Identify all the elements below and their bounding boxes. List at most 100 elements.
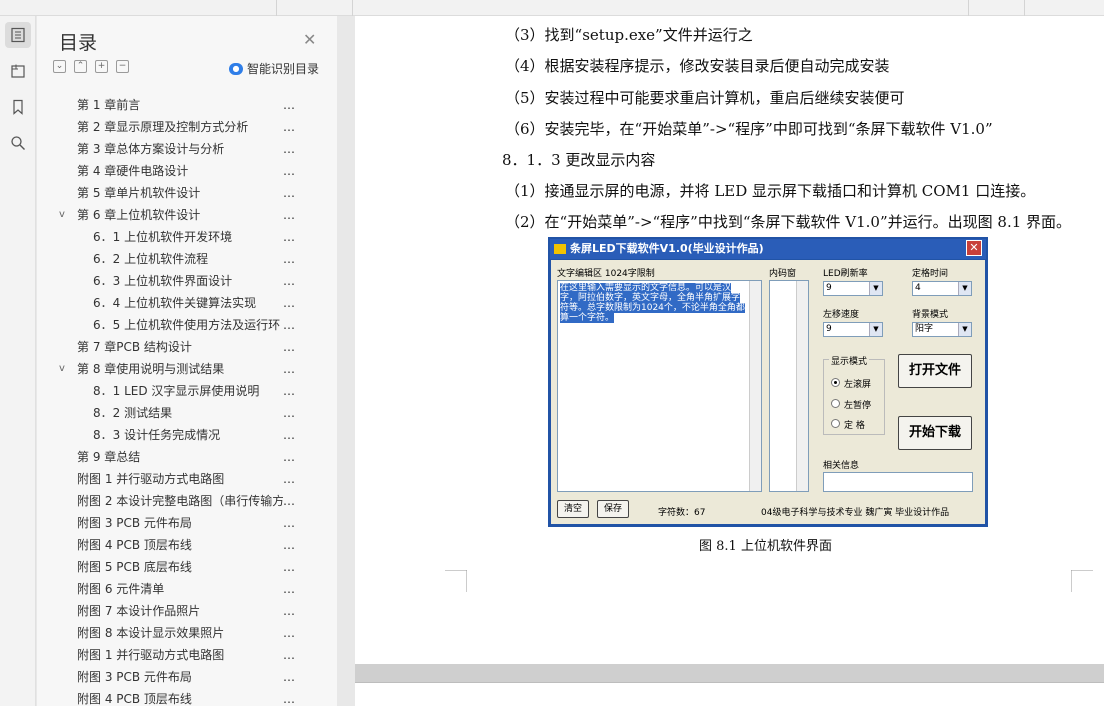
toc-list: 第 1 章前言 … 第 2 章显示原理及控制方式分析 … 第 3 章总体方案设计与分析 ……: [37, 94, 309, 706]
toc-item[interactable]: 附图 1 并行驱动方式电路图…: [37, 468, 309, 490]
toc-leader: …: [283, 340, 295, 354]
toc-leader: …: [283, 230, 295, 244]
toc-leader: …: [283, 164, 295, 178]
toc-item[interactable]: 第 4 章硬件电路设计…: [37, 160, 309, 182]
toc-leader: …: [283, 98, 295, 112]
radio-fixed: [831, 419, 840, 428]
ai-icon: ●: [229, 62, 243, 75]
chevron-down-icon: ▼: [958, 282, 971, 295]
toc-item[interactable]: 附图 5 PCB 底层布线…: [37, 556, 309, 578]
toc-item[interactable]: 第 2 章显示原理及控制方式分析…: [37, 116, 309, 138]
toc-panel: 目录 ✕ ⌄ ⌃ + − ● 智能识别目录 第 1 章前言… 第 2 章显示原理及…: [37, 16, 349, 706]
toc-item[interactable]: 附图 2 本设计完整电路图（串行传输方…: [37, 490, 309, 512]
expand-all-icon[interactable]: ⌃: [74, 60, 87, 73]
toc-item[interactable]: 6．2 上位机软件流程…: [37, 248, 309, 270]
toc-item[interactable]: 8．1 LED 汉字显示屏使用说明…: [37, 380, 309, 402]
toc-item[interactable]: 附图 1 并行驱动方式电路图 …: [37, 644, 309, 666]
toc-item[interactable]: 8．3 设计任务完成情况…: [37, 424, 309, 446]
toc-item[interactable]: 6．1 上位机软件开发环境 …: [37, 226, 309, 248]
toc-leader: …: [283, 274, 295, 288]
hold-time-label: 定格时间: [912, 269, 949, 279]
toc-item[interactable]: 6．4 上位机软件关键算法实现 …: [37, 292, 309, 314]
search-icon: [11, 136, 25, 150]
toc-item-label: 6．1 上位机软件开发环境: [93, 230, 233, 244]
toc-item-label: 附图 1 并行驱动方式电路图: [77, 648, 225, 662]
toc-item-label: 8．1 LED 汉字显示屏使用说明: [93, 384, 260, 398]
toc-item[interactable]: 附图 6 元件清单…: [37, 578, 309, 600]
save-button: 保存: [597, 500, 629, 518]
toc-item[interactable]: 6．5 上位机软件使用方法及运行环…: [37, 314, 309, 336]
doc-line: （3）找到“setup.exe”文件并运行之: [505, 26, 753, 44]
refresh-rate-select: 9 ▼: [823, 281, 883, 296]
toc-leader: …: [283, 516, 295, 530]
text-edit-area: 在这里输入需要显示的文字信息。可以是汉字，阿拉伯数字，英文字母，全角半角扩展字符…: [557, 280, 762, 492]
toc-item-label: 6．5 上位机软件使用方法及运行环: [93, 318, 281, 332]
open-file-button: 打开文件: [898, 354, 972, 388]
toc-item-label: 附图 7 本设计作品照片: [77, 604, 201, 618]
toc-leader: …: [283, 208, 295, 222]
toc-item-label: 第 1 章前言: [77, 98, 141, 112]
crop-mark: [445, 570, 467, 592]
refresh-rate-label: LED刷新率: [823, 269, 868, 279]
toc-item[interactable]: 附图 7 本设计作品照片 …: [37, 600, 309, 622]
toolbar-divider: [1024, 0, 1025, 16]
toc-leader: …: [283, 186, 295, 200]
toc-item-label: 附图 4 PCB 顶层布线: [77, 538, 192, 552]
toc-leader: …: [283, 120, 295, 134]
toc-item[interactable]: 第 5 章单片机软件设计…: [37, 182, 309, 204]
toc-leader: …: [283, 406, 295, 420]
remove-heading-icon[interactable]: −: [116, 60, 129, 73]
toc-leader: …: [283, 362, 295, 376]
toc-item[interactable]: 附图 3 PCB 元件布局…: [37, 512, 309, 534]
toc-leader: …: [283, 604, 295, 618]
toc-item[interactable]: 附图 3 PCB 元件布局…: [37, 666, 309, 688]
collapse-all-icon[interactable]: ⌄: [53, 60, 66, 73]
toc-item-label: 附图 8 本设计显示效果照片: [77, 626, 225, 640]
toc-item-label: 6．3 上位机软件界面设计: [93, 274, 233, 288]
search-button[interactable]: [5, 130, 31, 156]
outline-button[interactable]: [5, 58, 31, 84]
toc-item[interactable]: 附图 8 本设计显示效果照片 …: [37, 622, 309, 644]
app-footer: 04级电子科学与技术专业 魏广寅 毕业设计作品: [761, 508, 950, 518]
start-download-button: 开始下载: [898, 416, 972, 450]
doc-line: （6）安装完毕，在“开始菜单”->“程序”中即可找到“条屏下载软件 V1.0”: [505, 120, 993, 138]
close-icon[interactable]: ✕: [303, 30, 316, 49]
toc-leader: …: [283, 296, 295, 310]
toc-item[interactable]: 第 3 章总体方案设计与分析…: [37, 138, 309, 160]
smart-toc-button[interactable]: ● 智能识别目录: [229, 60, 319, 77]
radio-pause: [831, 399, 840, 408]
scroll-speed-value: 9: [826, 324, 832, 334]
background-mode-select: 阳字 ▼: [912, 322, 972, 337]
chevron-down-icon[interactable]: v: [59, 358, 65, 380]
toc-item[interactable]: 第 1 章前言 …: [37, 94, 309, 116]
toc-panel-button[interactable]: [5, 22, 31, 48]
add-heading-icon[interactable]: +: [95, 60, 108, 73]
char-count: 字符数：67: [658, 508, 706, 518]
toc-item[interactable]: v第 6 章上位机软件设计…: [37, 204, 309, 226]
toc-item[interactable]: 附图 4 PCB 顶层布线…: [37, 534, 309, 556]
toc-leader: …: [283, 428, 295, 442]
toc-leader: …: [283, 692, 295, 706]
toc-item-label: 附图 2 本设计完整电路图（串行传输方: [77, 494, 283, 508]
chevron-down-icon[interactable]: v: [59, 204, 65, 226]
toc-item-label: 6．4 上位机软件关键算法实现: [93, 296, 257, 310]
bookmark-button[interactable]: [5, 94, 31, 120]
crop-mark: [1071, 570, 1093, 592]
toc-item[interactable]: 6．3 上位机软件界面设计 …: [37, 270, 309, 292]
toc-item[interactable]: 8．2 测试结果…: [37, 402, 309, 424]
toc-item[interactable]: 第 9 章总结…: [37, 446, 309, 468]
app-body: 文字编辑区 1024字限制 内码窗 在这里输入需要显示的文字信息。可以是汉字，阿…: [551, 260, 985, 524]
toc-leader: …: [283, 626, 295, 640]
edit-area-text: 在这里输入需要显示的文字信息。可以是汉字，阿拉伯数字，英文字母，全角半角扩展字符…: [560, 283, 745, 323]
toc-item-label: 附图 4 PCB 顶层布线: [77, 692, 192, 706]
toc-item[interactable]: v第 8 章使用说明与测试结果…: [37, 358, 309, 380]
smart-toc-label: 智能识别目录: [247, 62, 320, 76]
toc-item[interactable]: 第 7 章PCB 结构设计…: [37, 336, 309, 358]
toc-icon: [11, 27, 25, 43]
toc-item[interactable]: 附图 4 PCB 顶层布线 …: [37, 688, 309, 706]
toc-leader: …: [283, 648, 295, 662]
toc-item-label: 6．2 上位机软件流程: [93, 252, 209, 266]
info-box: [823, 472, 973, 492]
toc-toolbar: ⌄ ⌃ + −: [53, 60, 129, 73]
toc-leader: …: [283, 142, 295, 156]
